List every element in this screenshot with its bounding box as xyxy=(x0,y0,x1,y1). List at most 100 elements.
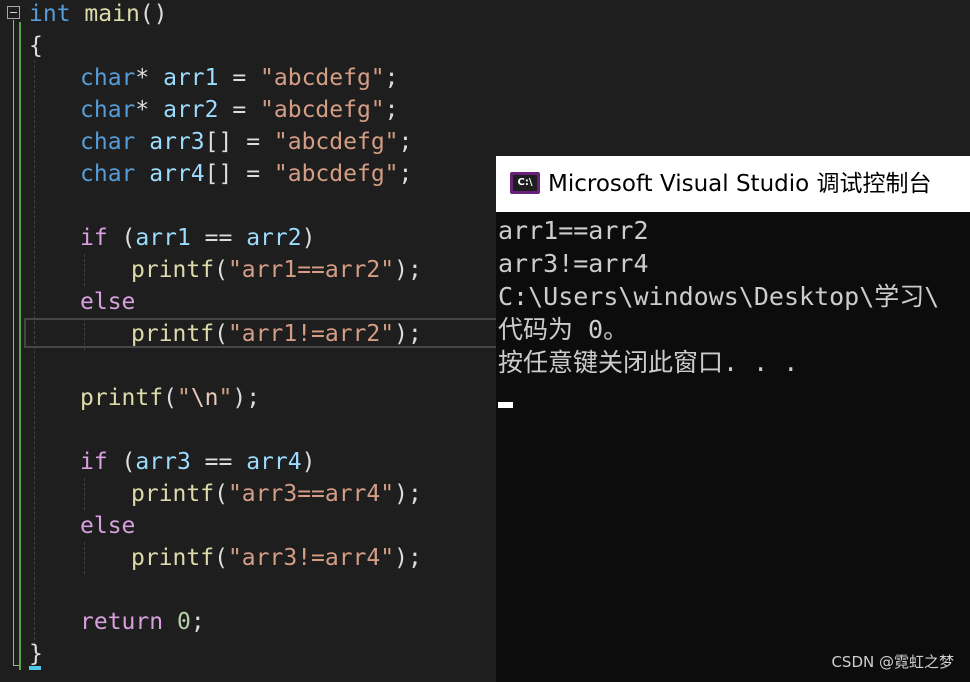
code-line-if-arr1[interactable]: if (arr1 == arr2) xyxy=(80,222,315,254)
punctuation: ); xyxy=(394,481,422,507)
type-keyword: char xyxy=(80,161,136,187)
variable: arr2 xyxy=(246,225,302,251)
fold-guide-line xyxy=(13,20,14,666)
string-literal: "abcdefg" xyxy=(260,65,385,91)
console-app-icon: C:\ xyxy=(510,172,540,194)
console-output-line: arr1==arr2 xyxy=(498,216,649,245)
variable: arr4 xyxy=(149,161,205,187)
punctuation: ; xyxy=(398,161,413,187)
string-literal: "abcdefg" xyxy=(273,161,399,187)
punctuation xyxy=(135,161,149,187)
variable: arr4 xyxy=(246,449,302,475)
string-literal: "arr1!=arr2" xyxy=(227,321,395,347)
console-titlebar[interactable]: C:\ Microsoft Visual Studio 调试控制台 xyxy=(496,156,970,212)
type-keyword: char xyxy=(80,65,136,91)
punctuation: ); xyxy=(232,385,261,411)
punctuation: ( xyxy=(214,257,228,283)
variable: arr2 xyxy=(163,97,219,123)
code-line-else-2[interactable]: else xyxy=(80,510,135,542)
indent-guide xyxy=(34,60,35,650)
operator: == xyxy=(190,449,247,475)
console-output-line: arr3!=arr4 xyxy=(498,249,649,278)
code-line-decl-arr2[interactable]: char* arr2 = "abcdefg"; xyxy=(80,94,399,126)
indent-guide xyxy=(84,254,85,286)
punctuation: () xyxy=(139,1,168,27)
operator: == xyxy=(190,225,247,251)
code-line-return[interactable]: return 0; xyxy=(80,606,205,638)
punctuation: ); xyxy=(394,321,422,347)
indent-guide xyxy=(84,542,85,574)
string-literal: "abcdefg" xyxy=(273,129,399,155)
punctuation: ( xyxy=(107,225,136,251)
number-literal: 0 xyxy=(176,609,191,635)
variable: arr1 xyxy=(163,65,219,91)
code-line-printf-notequal-2[interactable]: printf("arr3!=arr4"); xyxy=(131,542,422,574)
console-output-line: C:\Users\windows\Desktop\学习\ xyxy=(498,282,940,311)
control-keyword: else xyxy=(80,289,136,315)
console-cursor xyxy=(498,402,513,408)
punctuation: ( xyxy=(214,481,228,507)
string-literal: "abcdefg" xyxy=(260,97,385,123)
punctuation: ( xyxy=(214,545,228,571)
control-keyword: return xyxy=(80,609,164,635)
punctuation: ( xyxy=(163,385,177,411)
code-line-printf-notequal-1[interactable]: printf("arr1!=arr2"); xyxy=(131,318,422,350)
operator: = xyxy=(218,65,261,91)
punctuation: ); xyxy=(394,545,422,571)
operator: = xyxy=(218,97,261,123)
string-literal: "arr3!=arr4" xyxy=(227,545,395,571)
debug-console-window[interactable]: C:\ Microsoft Visual Studio 调试控制台 arr1==… xyxy=(496,156,970,682)
brace: { xyxy=(29,33,43,59)
console-output-line: 代码为 0。 xyxy=(498,315,629,344)
brackets: [] xyxy=(204,129,233,155)
code-line-decl-arr1[interactable]: char* arr1 = "abcdefg"; xyxy=(80,62,399,94)
function-name: printf xyxy=(131,545,215,571)
change-tracking-bar xyxy=(19,22,21,670)
string-quote: " xyxy=(176,385,191,411)
punctuation: ) xyxy=(301,449,316,475)
code-line-decl-arr4[interactable]: char arr4[] = "abcdefg"; xyxy=(80,158,412,190)
function-name: main xyxy=(84,1,140,27)
punctuation: ; xyxy=(190,609,205,635)
operator: = xyxy=(232,161,274,187)
escape-sequence: \n xyxy=(190,385,219,411)
code-line-open-brace[interactable]: { xyxy=(29,30,43,62)
string-quote: " xyxy=(218,385,233,411)
punctuation xyxy=(135,129,149,155)
console-icon-label: C:\ xyxy=(513,175,537,191)
type-keyword: char xyxy=(80,97,136,123)
function-name: printf xyxy=(131,481,215,507)
punctuation: ( xyxy=(214,321,228,347)
code-line-if-arr3[interactable]: if (arr3 == arr4) xyxy=(80,446,315,478)
punctuation: * xyxy=(135,97,164,123)
variable: arr3 xyxy=(149,129,205,155)
console-output-line: 按任意键关闭此窗口. . . xyxy=(498,348,799,377)
variable: arr1 xyxy=(135,225,191,251)
control-keyword: else xyxy=(80,513,136,539)
punctuation: * xyxy=(135,65,164,91)
control-keyword: if xyxy=(80,449,108,475)
code-line-printf-equal-1[interactable]: printf("arr1==arr2"); xyxy=(131,254,422,286)
code-line-printf-equal-2[interactable]: printf("arr3==arr4"); xyxy=(131,478,422,510)
string-literal: "arr3==arr4" xyxy=(227,481,395,507)
text-cursor-marker xyxy=(29,666,41,670)
code-line-decl-arr3[interactable]: char arr3[] = "abcdefg"; xyxy=(80,126,412,158)
type-keyword: char xyxy=(80,129,136,155)
code-line-main[interactable]: int main() xyxy=(29,0,168,30)
punctuation: ; xyxy=(398,129,413,155)
code-line-printf-newline[interactable]: printf("\n"); xyxy=(80,382,260,414)
punctuation: ; xyxy=(384,97,399,123)
brace: } xyxy=(29,641,43,667)
watermark: CSDN @霓虹之梦 xyxy=(831,653,954,671)
collapse-toggle-icon[interactable] xyxy=(7,6,20,19)
control-keyword: if xyxy=(80,225,108,251)
string-literal: "arr1==arr2" xyxy=(227,257,395,283)
variable: arr3 xyxy=(135,449,191,475)
code-line-else-1[interactable]: else xyxy=(80,286,135,318)
keyword: int xyxy=(29,1,71,27)
indent-guide xyxy=(84,478,85,510)
operator: = xyxy=(232,129,274,155)
punctuation: ( xyxy=(107,449,136,475)
brackets: [] xyxy=(204,161,233,187)
